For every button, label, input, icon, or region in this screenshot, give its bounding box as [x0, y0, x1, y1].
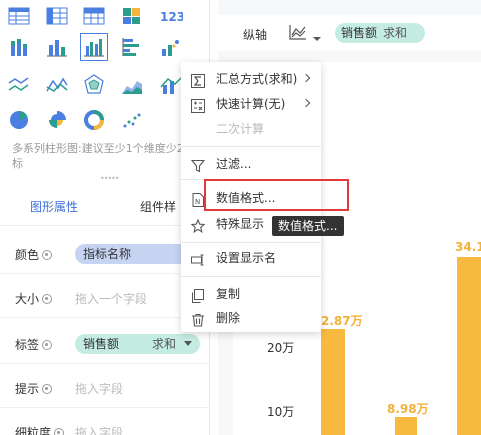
property-label: 提示 — [15, 382, 40, 396]
multi-series-bar-icon[interactable] — [80, 33, 108, 61]
field-name: 销售额 — [83, 337, 120, 351]
calc-grid-icon — [191, 97, 205, 113]
property-tabs: 图形属性 组件样 — [0, 190, 210, 226]
chart-bar[interactable] — [321, 329, 345, 435]
detail-table-icon[interactable] — [80, 2, 108, 30]
line-chart-icon[interactable] — [5, 71, 33, 99]
tooltip: 数值格式... — [272, 216, 344, 236]
property-label: 标签 — [15, 338, 40, 352]
y-tick-label: 20万 — [267, 341, 295, 355]
menu-item-label: 二次计算 — [216, 122, 265, 136]
radar-icon[interactable] — [80, 71, 108, 99]
scatter-plot-icon[interactable] — [118, 106, 146, 134]
copy-icon — [191, 287, 205, 303]
chart-hint: 多系列柱形图:建议至少1个维度少2个指标 — [12, 142, 206, 170]
gear-icon[interactable] — [42, 293, 53, 304]
property-row-label: 标签 销售额 求和 — [0, 324, 210, 364]
menu-item-label: 复制 — [216, 287, 241, 301]
gear-icon[interactable] — [42, 249, 53, 260]
svg-text:123: 123 — [160, 10, 183, 24]
trash-icon — [191, 311, 205, 327]
menu-separator — [181, 146, 321, 147]
data-label: 34.1 — [455, 240, 481, 254]
property-row-size: 大小 拖入一个字段 — [0, 278, 210, 318]
gear-icon[interactable] — [42, 339, 53, 350]
menu-item-rename[interactable]: 设置显示名 — [181, 246, 321, 270]
chevron-right-icon — [301, 98, 311, 108]
heat-table-icon[interactable] — [118, 2, 146, 30]
menu-separator — [181, 242, 321, 243]
star-icon — [190, 217, 206, 233]
property-row-tooltip: 提示 拖入字段 — [0, 368, 210, 408]
menu-item-label: 删除 — [216, 311, 241, 325]
chevron-right-icon — [301, 73, 311, 83]
chevron-down-icon[interactable] — [184, 341, 192, 346]
property-label: 细粒度 — [15, 426, 52, 435]
menu-item-delete[interactable]: 删除 — [181, 306, 321, 330]
menu-item-quickcalc[interactable]: 快速计算(无) — [181, 92, 321, 116]
chart-bar[interactable] — [457, 257, 481, 435]
property-label: 颜色 — [15, 248, 40, 262]
drag-handle[interactable]: ••••• — [100, 175, 120, 183]
data-label: 8.98万 — [387, 402, 429, 416]
donut-chart-icon[interactable] — [80, 106, 108, 134]
cross-table-icon[interactable] — [43, 2, 71, 30]
drop-zone-detail[interactable]: 拖入字段 — [75, 424, 123, 435]
menu-item-filter[interactable]: 过滤... — [181, 152, 321, 176]
gear-icon[interactable] — [54, 427, 65, 435]
chevron-down-icon[interactable] — [313, 37, 321, 41]
svg-text:N: N — [195, 198, 200, 206]
left-panel: 123 多系列柱形图:建议至少1个维度少2个指标 ••••• 图形属性 组件样 … — [0, 0, 210, 435]
gear-icon[interactable] — [42, 383, 53, 394]
pie-chart-icon[interactable] — [5, 106, 33, 134]
scatter-bar-icon[interactable] — [157, 33, 185, 61]
chart-bar[interactable] — [395, 417, 417, 435]
rose-chart-icon[interactable] — [43, 106, 71, 134]
vertical-axis-bar: 纵轴 销售额 求和 — [218, 15, 481, 51]
aggregation-label: 求和 — [151, 337, 176, 351]
kpi-number-icon[interactable]: 123 — [157, 2, 185, 30]
tab-component-style[interactable]: 组件样 — [140, 190, 176, 226]
data-label: 2.87万 — [321, 314, 363, 328]
y-tick-label: 10万 — [267, 405, 295, 419]
rename-icon — [191, 251, 205, 266]
drop-zone-tooltip[interactable]: 拖入字段 — [75, 380, 123, 397]
property-row-detail: 细粒度 拖入字段 — [0, 412, 210, 435]
field-name: 指标名称 — [83, 247, 132, 261]
axis-field-pill[interactable]: 销售额 求和 — [335, 23, 425, 43]
field-pill-label[interactable]: 销售额 求和 — [75, 334, 200, 354]
bar-chart-icon[interactable] — [43, 33, 71, 61]
area-line-icon[interactable] — [43, 71, 71, 99]
table-icon[interactable] — [5, 2, 33, 30]
horizontal-bar-icon[interactable] — [118, 33, 146, 61]
menu-item-label: 设置显示名 — [216, 251, 277, 265]
area-chart-icon[interactable] — [118, 71, 146, 99]
menu-item-summary[interactable]: 汇总方式(求和) — [181, 67, 321, 91]
drop-zone-size[interactable]: 拖入一个字段 — [75, 290, 147, 307]
field-name: 销售额 — [341, 26, 378, 40]
line-chart-icon[interactable] — [288, 23, 308, 44]
menu-item-copy[interactable]: 复制 — [181, 282, 321, 306]
highlight-box — [204, 179, 349, 211]
menu-item-label: 特殊显示 — [216, 217, 265, 231]
menu-item-label: 快速计算(无) — [216, 97, 286, 111]
stacked-bar-icon[interactable] — [5, 33, 33, 61]
chart-type-picker: 123 — [0, 0, 210, 150]
property-label: 大小 — [15, 292, 40, 306]
menu-item-label: 汇总方式(求和) — [216, 72, 298, 86]
aggregation-label: 求和 — [383, 26, 408, 40]
property-row-color: 颜色 指标名称 — [0, 234, 210, 274]
tab-graphic-properties[interactable]: 图形属性 — [30, 190, 78, 226]
number-format-icon: N — [191, 191, 205, 207]
sigma-icon — [191, 72, 205, 88]
menu-separator — [181, 276, 321, 277]
menu-item-secondary-calc: 二次计算 — [181, 117, 321, 141]
filter-icon — [190, 157, 206, 173]
menu-item-label: 过滤... — [216, 157, 252, 171]
axis-label: 纵轴 — [243, 28, 268, 42]
